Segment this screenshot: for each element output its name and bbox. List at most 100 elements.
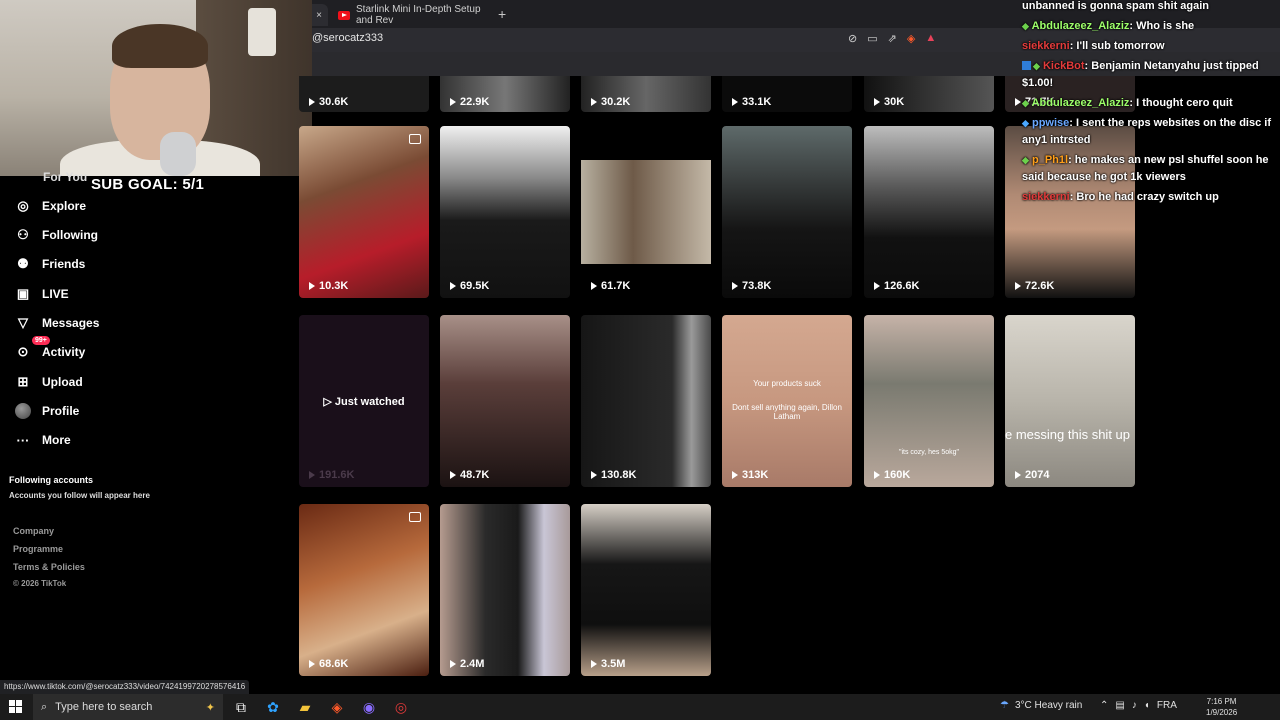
play-icon	[591, 98, 597, 106]
sidebar-item-label: Following	[42, 228, 98, 242]
sidebar-item-upload[interactable]: ⊞ Upload	[14, 370, 83, 394]
play-icon	[450, 660, 456, 668]
file-explorer-icon[interactable]: ▰	[296, 698, 314, 716]
video-tile[interactable]: 30.6K	[299, 76, 429, 112]
tab-close-icon[interactable]: ×	[316, 10, 322, 21]
obs-icon[interactable]: ◎	[392, 698, 410, 716]
view-count: 68.6K	[309, 658, 348, 670]
search-placeholder: Type here to search	[55, 701, 153, 713]
network-icon[interactable]: ▤	[1115, 700, 1124, 711]
video-tile[interactable]: 10.3K	[299, 126, 429, 298]
taskbar-search[interactable]: ⌕ Type here to search ✦	[33, 694, 223, 720]
video-tile[interactable]: 68.6K	[299, 504, 429, 676]
weather-widget[interactable]: ☂ 3°C Heavy rain	[1000, 700, 1082, 711]
footer-programme[interactable]: Programme	[13, 544, 63, 554]
play-icon	[591, 660, 597, 668]
url-field[interactable]: @serocatz333	[312, 32, 383, 44]
system-tray: ⌃ ▤ ♪ ◖ FRA	[1100, 700, 1177, 711]
view-count: 48.7K	[450, 469, 489, 481]
play-icon	[1015, 471, 1021, 479]
view-count: 30K	[874, 96, 904, 108]
youtube-icon	[338, 10, 350, 20]
sidebar-item-more[interactable]: ··· More	[14, 428, 71, 452]
more-icon: ···	[16, 432, 30, 448]
sidebar-item-explore[interactable]: ◎ Explore	[14, 194, 86, 218]
video-tile[interactable]: 130.8K	[581, 315, 711, 487]
view-count: 313K	[732, 469, 768, 481]
brave-rewards-icon[interactable]: ▲	[925, 32, 936, 45]
view-count: 126.6K	[874, 280, 919, 292]
video-tile[interactable]: "its cozy, hes 5okg" 160K	[864, 315, 994, 487]
play-icon	[450, 471, 456, 479]
chevron-up-icon[interactable]: ⌃	[1100, 700, 1108, 711]
play-icon	[591, 471, 597, 479]
video-tile[interactable]: 33.1K	[722, 76, 852, 112]
share-icon[interactable]: ⇗	[888, 32, 897, 45]
play-icon	[450, 98, 456, 106]
brave-shield-icon[interactable]: ◈	[907, 32, 915, 45]
reader-icon[interactable]: ⊘	[848, 32, 857, 45]
video-tile-watched[interactable]: Just watched 191.6K	[299, 315, 429, 487]
gem-icon: ◆	[1033, 61, 1040, 71]
sidebar-item-label: Activity	[42, 345, 86, 359]
just-watched-label: Just watched	[299, 395, 429, 408]
chat-message: siekkerni: Bro he had crazy switch up	[1022, 191, 1219, 203]
play-icon	[309, 98, 315, 106]
footer-company[interactable]: Company	[13, 526, 54, 536]
chat-message: ◆ KickBot: Benjamin Netanyahu just tippe…	[1022, 60, 1259, 89]
view-count: 30.2K	[591, 96, 630, 108]
activity-icon: ⊙	[17, 344, 29, 359]
video-tile[interactable]: 30K	[864, 76, 994, 112]
sidebar-item-messages[interactable]: ▽ Messages	[14, 311, 99, 335]
video-overlay-text: "its cozy, hes 5okg"	[898, 449, 960, 456]
video-tile[interactable]: 30.2K	[581, 76, 711, 112]
video-tile[interactable]: 69.5K	[440, 126, 570, 298]
copilot-icon[interactable]: ✿	[264, 698, 282, 716]
sidebar-item-for-you[interactable]: For You	[43, 170, 87, 184]
video-tile[interactable]: 73.8K	[722, 126, 852, 298]
taskbar-apps: ⧉ ✿ ▰ ◈ ◉ ◎	[232, 698, 410, 716]
video-tile[interactable]: 126.6K	[864, 126, 994, 298]
sidebar-item-friends[interactable]: ⚉ Friends	[14, 252, 85, 276]
play-icon	[1015, 98, 1021, 106]
microphone-icon[interactable]: ♪	[1132, 700, 1137, 711]
chat-message: ◆ Abdulazeez_Alaziz: I thought cero quit	[1022, 97, 1233, 109]
task-view-icon[interactable]: ⧉	[232, 698, 250, 716]
windows-taskbar: ⌕ Type here to search ✦ ⧉ ✿ ▰ ◈ ◉ ◎ ☂ 3°…	[0, 694, 1280, 720]
sidebar-item-profile[interactable]: Profile	[14, 399, 79, 423]
new-tab-button[interactable]: +	[498, 6, 506, 22]
gem-icon: ◆	[1022, 118, 1029, 128]
tab-starlink[interactable]: Starlink Mini In-Depth Setup and Rev	[332, 4, 490, 26]
video-tile[interactable]: 3.5M	[581, 504, 711, 676]
video-tile[interactable]: 2.4M	[440, 504, 570, 676]
video-tile[interactable]: 48.7K	[440, 315, 570, 487]
play-icon	[732, 471, 738, 479]
sidebar-item-label: Messages	[42, 316, 100, 330]
sidebar-item-label: Explore	[42, 199, 87, 213]
chat-message: ◆ ppwise: I sent the reps websites on th…	[1022, 117, 1271, 146]
discord-icon[interactable]: ◉	[360, 698, 378, 716]
chat-message: ◆ p_Ph1l: he makes an new psl shuffel so…	[1022, 154, 1269, 183]
cast-icon[interactable]: ▭	[867, 32, 877, 45]
sidebar-item-following[interactable]: ⚇ Following	[14, 223, 98, 247]
play-icon	[309, 471, 315, 479]
video-tile[interactable]: Your products suck Dont sell anything ag…	[722, 315, 852, 487]
language-indicator[interactable]: FRA	[1157, 700, 1177, 711]
clock[interactable]: 7:16 PM 1/9/2026	[1206, 696, 1237, 718]
video-tile[interactable]: 61.7K	[581, 126, 711, 298]
video-tile[interactable]: 22.9K	[440, 76, 570, 112]
webcam-overlay	[0, 0, 312, 176]
windows-start-icon[interactable]	[9, 700, 22, 713]
play-icon	[732, 98, 738, 106]
video-tile[interactable]: e messing this shit up 2074	[1005, 315, 1135, 487]
sidebar-item-label: Profile	[42, 404, 80, 418]
sidebar-item-activity[interactable]: ⊙ 99+ Activity	[14, 336, 86, 364]
view-count: 2.4M	[450, 658, 484, 670]
chat-message: siekkerni: I'll sub tomorrow	[1022, 40, 1165, 52]
live-tv-icon: ▣	[16, 286, 30, 301]
sidebar-item-live[interactable]: ▣ LIVE	[14, 282, 69, 306]
footer-terms[interactable]: Terms & Policies	[13, 562, 85, 572]
volume-icon[interactable]: ◖	[1144, 700, 1150, 711]
brave-browser-icon[interactable]: ◈	[328, 698, 346, 716]
view-count: 10.3K	[309, 280, 348, 292]
